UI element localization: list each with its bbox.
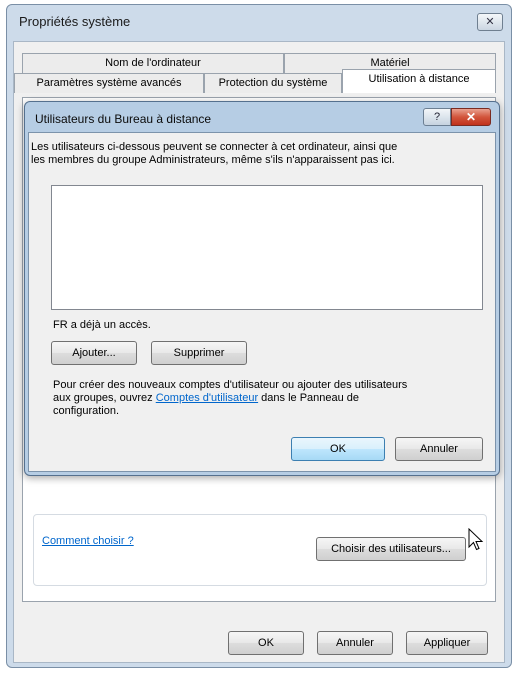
user-accounts-info: Pour créer des nouveaux comptes d'utilis…: [53, 379, 407, 418]
window-close-button[interactable]: ✕: [477, 13, 503, 31]
remote-desktop-users-dialog: Utilisateurs du Bureau à distance ? ✕ Le…: [24, 101, 500, 476]
remote-desktop-group: Comment choisir ? Choisir des utilisateu…: [33, 514, 487, 586]
info-line: Pour créer des nouveaux comptes d'utilis…: [53, 379, 408, 391]
remove-user-button[interactable]: Supprimer: [151, 341, 247, 365]
add-user-button[interactable]: Ajouter...: [51, 341, 137, 365]
choose-users-button[interactable]: Choisir des utilisateurs...: [316, 537, 466, 561]
tab-advanced-system-settings[interactable]: Paramètres système avancés: [14, 73, 204, 93]
help-icon[interactable]: ?: [423, 108, 451, 126]
info-line: aux groupes, ouvrez Comptes d'utilisateu…: [53, 392, 407, 405]
dialog-description: Les utilisateurs ci-dessous peuvent se c…: [31, 141, 397, 167]
users-listbox[interactable]: [51, 185, 483, 310]
cancel-button[interactable]: Annuler: [317, 631, 393, 655]
dialog-ok-button[interactable]: OK: [291, 437, 385, 461]
info-text: dans le Panneau de: [258, 392, 360, 404]
ok-button[interactable]: OK: [228, 631, 304, 655]
dialog-description-line: les membres du groupe Administrateurs, m…: [31, 154, 395, 166]
access-status-text: FR a déjà un accès.: [53, 319, 151, 331]
tab-computer-name[interactable]: Nom de l'ordinateur: [22, 53, 284, 73]
mouse-pointer-icon: [468, 528, 484, 551]
apply-button[interactable]: Appliquer: [406, 631, 488, 655]
how-to-choose-link[interactable]: Comment choisir ?: [42, 535, 134, 547]
dialog-close-button[interactable]: ✕: [451, 108, 491, 126]
info-text: aux groupes, ouvrez: [53, 392, 156, 404]
tab-system-protection[interactable]: Protection du système: [204, 73, 342, 93]
user-accounts-link[interactable]: Comptes d'utilisateur: [156, 392, 258, 404]
info-line: configuration.: [53, 405, 120, 417]
dialog-cancel-button[interactable]: Annuler: [395, 437, 483, 461]
dialog-description-line: Les utilisateurs ci-dessous peuvent se c…: [31, 141, 398, 153]
dialog-client-area: Les utilisateurs ci-dessous peuvent se c…: [28, 132, 496, 472]
dialog-title: Utilisateurs du Bureau à distance: [35, 112, 212, 126]
window-title: Propriétés système: [19, 14, 131, 29]
tab-remote[interactable]: Utilisation à distance: [342, 69, 496, 93]
